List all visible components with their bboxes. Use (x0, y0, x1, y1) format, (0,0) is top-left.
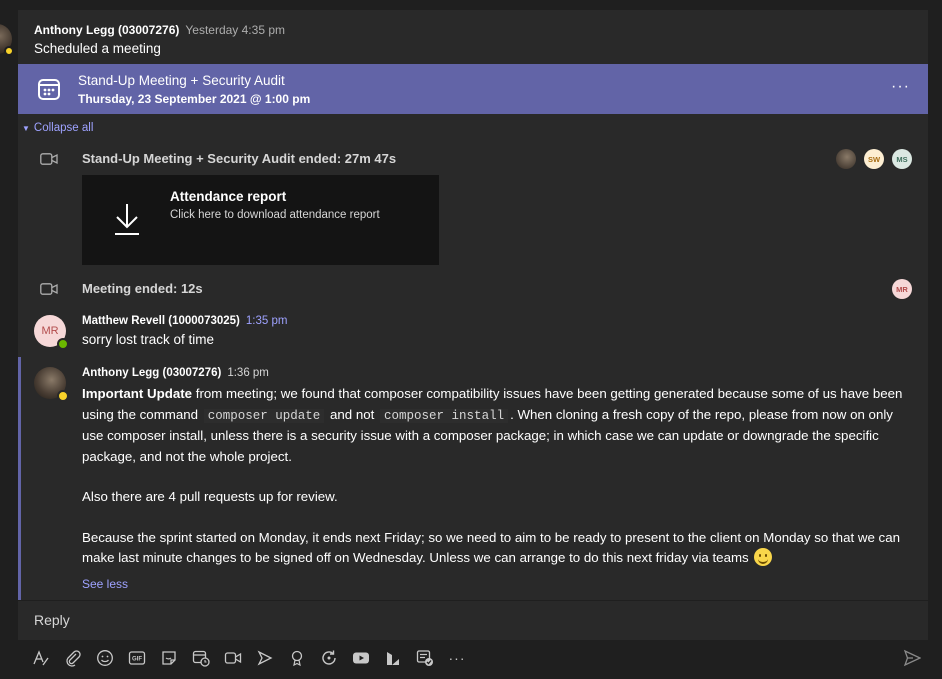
meeting-ended-event: Meeting ended: 12s (82, 281, 203, 296)
message-paragraph: Because the sprint started on Monday, it… (82, 528, 914, 569)
caret-down-icon: ▼ (22, 124, 30, 133)
meeting-card[interactable]: Stand-Up Meeting + Security Audit Thursd… (18, 64, 928, 114)
attach-icon[interactable] (62, 647, 84, 669)
meeting-datetime: Thursday, 23 September 2021 @ 1:00 pm (78, 92, 311, 106)
avatar[interactable] (34, 367, 69, 402)
participant-avatar[interactable]: SW (864, 149, 884, 169)
attendance-title: Attendance report (170, 189, 287, 204)
timestamp: 1:36 pm (227, 367, 269, 379)
message-meta: Matthew Revell (1000073025) 1:35 pm (82, 315, 287, 327)
gif-label: GIF (132, 657, 142, 663)
forms-icon[interactable] (414, 647, 436, 669)
message-text: sorry lost track of time (82, 332, 215, 347)
message-paragraph: Also there are 4 pull requests up for re… (82, 489, 338, 504)
message-body: Important Update from meeting; we found … (82, 384, 914, 589)
author-name[interactable]: Anthony Legg (03007276) (82, 367, 221, 379)
inline-code: composer update (203, 408, 325, 423)
video-camera-icon (40, 153, 58, 165)
collapse-all-label: Collapse all (33, 122, 94, 134)
see-less-button[interactable]: See less (82, 577, 128, 591)
emoji-icon[interactable] (94, 647, 116, 669)
available-status-icon (57, 338, 69, 350)
youtube-icon[interactable] (350, 647, 372, 669)
stream-icon[interactable] (254, 647, 276, 669)
gif-icon[interactable]: GIF (126, 647, 148, 669)
avatar-initials: MR (41, 325, 59, 337)
more-icon[interactable]: ··· (446, 647, 468, 669)
schedule-meeting-icon[interactable] (190, 647, 212, 669)
message-paragraph: Important Update from meeting; we found … (82, 384, 914, 467)
participant-avatar[interactable]: MR (892, 279, 912, 299)
attendance-report-card[interactable]: Attendance report Click here to download… (82, 175, 439, 265)
video-camera-icon (40, 283, 58, 295)
conversation-thread: Anthony Legg (03007276) Yesterday 4:35 pm… (18, 10, 928, 600)
timestamp: Yesterday 4:35 pm (185, 23, 285, 37)
approvals-icon[interactable] (382, 647, 404, 669)
text-run: Because the sprint started on Monday, it… (82, 529, 900, 566)
timestamp: 1:35 pm (245, 315, 288, 327)
avatar[interactable]: MR (34, 315, 69, 350)
participant-avatar[interactable]: MS (892, 149, 912, 169)
prev-avatar (0, 24, 14, 56)
meet-now-icon[interactable] (222, 647, 244, 669)
send-icon[interactable] (901, 647, 923, 669)
attendance-subtitle: Click here to download attendance report (170, 209, 380, 221)
header-message-meta: Anthony Legg (03007276) Yesterday 4:35 pm (34, 23, 285, 37)
meeting-ended-event: Stand-Up Meeting + Security Audit ended:… (82, 151, 397, 166)
meeting-title: Stand-Up Meeting + Security Audit (78, 73, 285, 88)
bold-lead: Important Update (82, 386, 193, 401)
praise-icon[interactable] (286, 647, 308, 669)
text-run: and not (326, 406, 379, 422)
sticker-icon[interactable] (158, 647, 180, 669)
selected-message-indicator (18, 357, 21, 600)
reply-label: Reply (34, 612, 70, 628)
collapse-all-button[interactable]: ▼ Collapse all (22, 122, 93, 134)
participant-avatar[interactable] (836, 149, 856, 169)
header-message-text: Scheduled a meeting (34, 41, 161, 56)
author-name[interactable]: Matthew Revell (1000073025) (82, 315, 240, 327)
format-icon[interactable] (30, 647, 52, 669)
message-meta: Anthony Legg (03007276) 1:36 pm (82, 367, 269, 379)
loop-icon[interactable] (318, 647, 340, 669)
smile-emoji-icon (754, 548, 773, 566)
away-status-icon (57, 390, 69, 402)
download-icon (115, 204, 139, 235)
inline-code: composer install (380, 408, 509, 423)
more-options-button[interactable]: ··· (891, 78, 910, 96)
calendar-icon (38, 79, 60, 100)
compose-toolbar: GIF ··· (0, 643, 942, 673)
author-name[interactable]: Anthony Legg (03007276) (34, 23, 179, 37)
away-status-icon (4, 46, 14, 56)
reply-box[interactable]: Reply (18, 601, 928, 640)
